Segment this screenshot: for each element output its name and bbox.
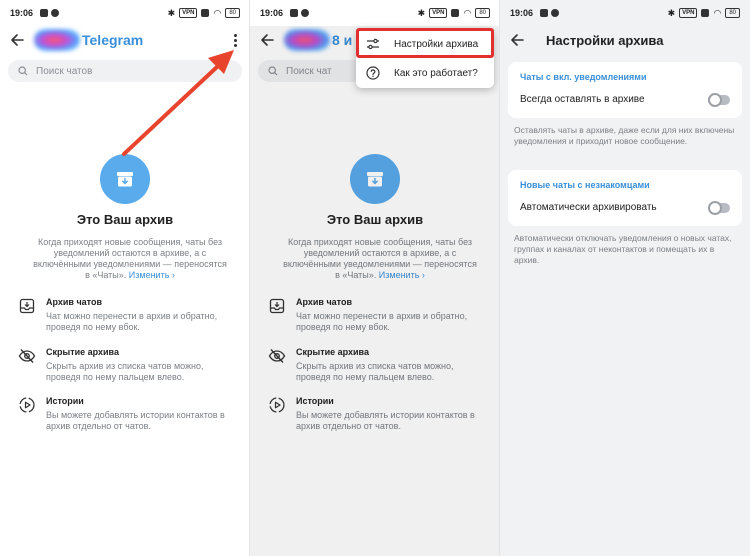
arrow-left-icon (511, 34, 524, 46)
page-title: Настройки архива (546, 32, 664, 48)
bluetooth-icon: ✱ (667, 7, 676, 18)
auto-archive-toggle[interactable] (708, 200, 730, 215)
status-time: 19:06 (510, 8, 534, 18)
wifi-icon: ◠ (713, 7, 722, 18)
vpn-badge: VPN (679, 8, 698, 18)
status-bar: 19:06 ✱ VPN ◠ 80 (500, 0, 750, 26)
annotation-arrow (122, 50, 234, 156)
screen-archive: 19:06 ✱ VPN ◠ 80 Telegram Поиск чатов Эт… (0, 0, 250, 556)
trash-icon (540, 9, 549, 17)
bluetooth-icon: ✱ (417, 7, 426, 18)
setting-label: Всегда оставлять в архиве (520, 94, 645, 105)
status-bar: 19:06 ✱ VPN ◠ 80 (250, 0, 500, 26)
sim-icon (451, 9, 460, 17)
vpn-badge: VPN (429, 8, 448, 18)
wifi-icon: ◠ (463, 7, 472, 18)
menu-backdrop[interactable] (250, 26, 500, 556)
section-hint: Оставлять чаты в архиве, даже если для н… (514, 125, 735, 146)
screen-archive-menu: 19:06 ✱ VPN ◠ 80 8 и Поиск чат Это Ваш а… (250, 0, 500, 556)
toolbar: Настройки архива (500, 26, 750, 54)
notification-icon (301, 9, 310, 17)
setting-row-keep-archived[interactable]: Всегда оставлять в архиве (520, 92, 730, 107)
setting-row-auto-archive[interactable]: Автоматически архивировать (520, 200, 730, 215)
setting-label: Автоматически архивировать (520, 202, 657, 213)
section-header: Чаты с вкл. уведомлениями (520, 72, 647, 82)
status-time: 19:06 (260, 8, 284, 18)
menu-item-how-it-works[interactable]: Как это работает? (356, 59, 494, 87)
settings-card-new-chats: Новые чаты с незнакомцами Автоматически … (508, 170, 742, 226)
back-button[interactable] (500, 26, 534, 54)
annotation-highlight-box (356, 28, 494, 58)
screen-archive-settings: 19:06 ✱ VPN ◠ 80 Настройки архива Чаты с… (500, 0, 750, 556)
settings-card-notified-chats: Чаты с вкл. уведомлениями Всегда оставля… (508, 62, 742, 118)
battery-indicator: 80 (725, 8, 740, 18)
keep-archived-toggle[interactable] (708, 92, 730, 107)
menu-item-label: Как это работает? (394, 67, 478, 79)
section-header: Новые чаты с незнакомцами (520, 180, 650, 190)
section-hint: Автоматически отключать уведомления о но… (514, 233, 732, 265)
battery-indicator: 80 (475, 8, 490, 18)
sim-icon (701, 9, 710, 17)
question-icon (366, 66, 380, 80)
trash-icon (290, 9, 299, 17)
notification-icon (551, 9, 560, 17)
